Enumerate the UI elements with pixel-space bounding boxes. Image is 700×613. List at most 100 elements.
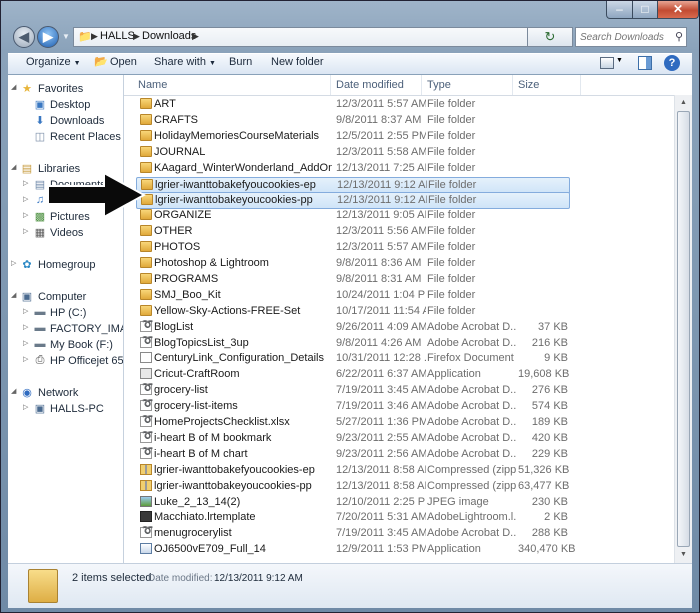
file-row[interactable]: Photoshop & Lightroom 9/8/2011 8:36 AM Fil… [136, 256, 570, 272]
search-icon[interactable]: ⚲ [675, 30, 683, 43]
preview-pane-icon[interactable] [638, 56, 652, 70]
file-row[interactable]: SMJ_Boo_Kit 10/24/2011 1:04 PM File folder [136, 288, 570, 304]
scroll-up-icon[interactable]: ▲ [675, 95, 692, 111]
expand-icon[interactable]: ▷ [23, 403, 28, 411]
expand-icon[interactable]: ▷ [23, 307, 28, 315]
file-row[interactable]: Macchiato.lrtemplate 7/20/2011 5:31 AM Ado… [136, 510, 570, 526]
chevron-right-icon[interactable]: ▶ [91, 31, 98, 42]
file-row[interactable]: i-heart B of M chart 9/23/2011 2:56 AMAdo… [136, 446, 570, 463]
change-view-icon[interactable] [600, 57, 614, 69]
sidebar-item-downloads[interactable]: ⬇ Downloads [8, 114, 123, 130]
file-row[interactable]: lgrier-iwanttobakefyoucookies-ep 12/13/20… [136, 176, 570, 194]
file-row[interactable]: lgrier-iwanttobakeyoucookies-pp 12/13/201… [136, 192, 570, 210]
file-size: 51,326 KB [518, 463, 570, 476]
file-row[interactable]: Yellow-Sky-Actions-FREE-Set 10/17/2011 11… [136, 304, 570, 320]
search-box[interactable]: ⚲ [575, 27, 687, 47]
minimize-button[interactable]: – [606, 1, 633, 19]
expand-icon[interactable]: ▷ [23, 195, 28, 203]
expand-icon[interactable]: ◢ [11, 291, 16, 299]
file-row[interactable]: PHOTOS 12/3/2011 5:57 AM File folder [136, 240, 570, 256]
column-header-name[interactable]: Name [138, 79, 167, 91]
chevron-right-icon[interactable]: ▶ [192, 31, 199, 42]
column-header-type[interactable]: Type [427, 79, 451, 91]
organize-button[interactable]: Organize ▼ [26, 56, 81, 68]
file-row[interactable]: KAagard_WinterWonderland_AddOn 12/13/2011… [136, 161, 570, 177]
expand-icon[interactable]: ▷ [23, 323, 28, 331]
expand-icon[interactable]: ◢ [11, 387, 16, 395]
file-name: grocery-list [154, 384, 208, 397]
file-row[interactable]: grocery-list 7/19/2011 3:45 AMAdobe Acrob… [136, 382, 570, 399]
vertical-scrollbar[interactable]: ▲ ▼ [674, 95, 692, 563]
recent-pages-dropdown[interactable]: ▼ [62, 29, 71, 45]
expand-icon[interactable]: ▷ [23, 339, 28, 347]
column-header-size[interactable]: Size [518, 79, 539, 91]
close-button[interactable]: ✕ [657, 1, 699, 19]
file-name: lgrier-iwanttobakeyoucookies-pp [155, 194, 313, 207]
sidebar-item-halls-pc[interactable]: ▷ ▣ HALLS-PC [8, 402, 123, 418]
expand-icon[interactable]: ◢ [11, 83, 16, 91]
sidebar-item-hp-officejet[interactable]: ▷ ⎙ HP Officejet 6500 E [8, 354, 123, 370]
breadcrumb-halls[interactable]: HALLS [100, 30, 135, 42]
file-row[interactable]: lgrier-iwanttobakeyoucookies-pp 12/13/201… [136, 479, 570, 495]
file-row[interactable]: BlogTopicsList_3up 9/8/2011 4:26 AM Adobe … [136, 335, 570, 352]
sidebar-item-my-book[interactable]: ▷ ▬ My Book (F:) [8, 338, 123, 354]
share-with-button[interactable]: Share with ▼ [154, 56, 216, 68]
file-type: Firefox Document [427, 352, 514, 365]
file-row[interactable]: CenturyLink_Configuration_Details 10/31/2… [136, 351, 570, 367]
expand-icon[interactable]: ▷ [23, 227, 28, 235]
file-row[interactable]: JOURNAL 12/3/2011 5:58 AM File folder [136, 145, 570, 161]
file-row[interactable]: OTHER 12/3/2011 5:56 AM File folder [136, 224, 570, 240]
expand-icon[interactable]: ▷ [23, 179, 28, 187]
file-row[interactable]: menugrocerylist 7/19/2011 3:45 AMAdobe Ac… [136, 525, 570, 542]
column-divider[interactable] [421, 75, 422, 95]
refresh-button[interactable]: ↻ [527, 27, 573, 47]
expand-icon[interactable]: ◢ [11, 163, 16, 171]
search-input[interactable] [580, 29, 664, 45]
forward-button[interactable]: ▶ [37, 26, 59, 48]
file-row[interactable]: i-heart B of M bookmark 9/23/2011 2:55 AM… [136, 430, 570, 447]
file-row[interactable]: ORGANIZE 12/13/2011 9:05 AM File folder [136, 208, 570, 224]
expand-icon[interactable]: ▷ [23, 355, 28, 363]
address-bar[interactable]: 📁 ▶ HALLS ▶ Downloads ▶ [73, 27, 528, 47]
file-row[interactable]: OJ6500vE709_Full_14 12/9/2011 1:53 PM Appl… [136, 542, 576, 558]
chevron-down-icon[interactable]: ▼ [616, 57, 623, 64]
expand-icon[interactable]: ▷ [23, 211, 28, 219]
column-divider[interactable] [330, 75, 331, 95]
file-row[interactable]: PROGRAMS 9/8/2011 8:31 AM File folder [136, 272, 570, 288]
file-row[interactable]: HomeProjectsChecklist.xlsx 5/27/2011 1:36… [136, 414, 570, 431]
back-button[interactable]: ◀ [13, 26, 35, 48]
file-row[interactable]: lgrier-iwanttobakefyoucookies-ep 12/13/20… [136, 463, 570, 479]
column-divider[interactable] [512, 75, 513, 95]
open-button[interactable]: Open [110, 56, 137, 68]
file-row[interactable]: ART 12/3/2011 5:57 AM File folder [136, 97, 570, 113]
sidebar-item-desktop[interactable]: ▣ Desktop [8, 98, 123, 114]
maximize-button[interactable]: □ [632, 1, 658, 19]
sidebar-computer[interactable]: ◢ ▣ Computer [8, 290, 123, 306]
file-row[interactable]: Luke_2_13_14(2) 12/10/2011 2:25 PM JPEG im… [136, 495, 570, 511]
sidebar-item-recent-places[interactable]: ◫ Recent Places [8, 130, 123, 146]
breadcrumb-downloads[interactable]: Downloads [142, 30, 196, 42]
sidebar-network[interactable]: ◢ ◉ Network [8, 386, 123, 402]
file-row[interactable]: Cricut-CraftRoom 6/22/2011 6:37 AM Applica… [136, 367, 570, 383]
new-folder-button[interactable]: New folder [271, 56, 324, 68]
sidebar-item-videos[interactable]: ▷ ▦ Videos [8, 226, 123, 242]
sidebar-item-factory-image[interactable]: ▷ ▬ FACTORY_IMAGE [8, 322, 123, 338]
scrollbar-thumb[interactable] [677, 111, 690, 547]
scroll-down-icon[interactable]: ▼ [675, 547, 692, 563]
sidebar-item-label: HP (C:) [50, 307, 87, 319]
file-row[interactable]: grocery-list-items 7/19/2011 3:46 AMAdobe… [136, 398, 570, 415]
file-row[interactable]: HolidayMemoriesCourseMaterials 12/5/2011 … [136, 129, 570, 145]
chevron-right-icon[interactable]: ▶ [133, 31, 140, 42]
burn-button[interactable]: Burn [229, 56, 252, 68]
file-row[interactable]: BlogList 9/26/2011 4:09 AMAdobe Acrobat D… [136, 319, 570, 336]
expand-icon[interactable]: ▷ [11, 259, 16, 267]
sidebar-favorites[interactable]: ◢ ★ Favorites [8, 82, 123, 98]
file-name: CenturyLink_Configuration_Details [154, 352, 324, 365]
column-header-date[interactable]: Date modified [336, 79, 404, 91]
file-name: Macchiato.lrtemplate [154, 511, 256, 524]
file-row[interactable]: CRAFTS 9/8/2011 8:37 AM File folder [136, 113, 570, 129]
sidebar-homegroup[interactable]: ▷ ✿ Homegroup [8, 258, 123, 274]
help-icon[interactable]: ? [664, 55, 680, 71]
sidebar-item-hp-c[interactable]: ▷ ▬ HP (C:) [8, 306, 123, 322]
column-divider[interactable] [580, 75, 581, 95]
